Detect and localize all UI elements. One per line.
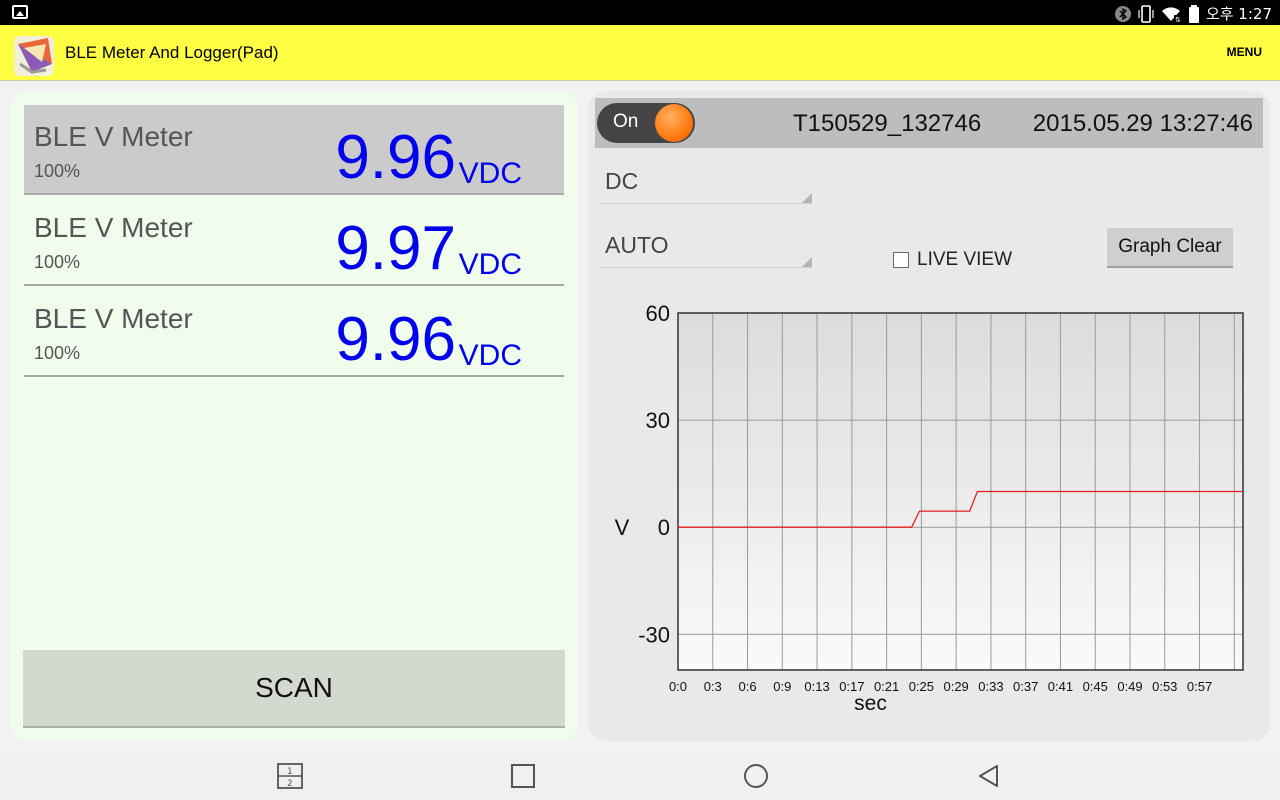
device-item[interactable]: BLE V Meter 100% 9.96 VDC [24, 287, 564, 377]
device-name: BLE V Meter [34, 303, 193, 334]
svg-text:2: 2 [287, 779, 293, 789]
device-name: BLE V Meter [34, 121, 193, 152]
device-battery: 100% [34, 343, 81, 363]
device-unit: VDC [458, 339, 522, 372]
battery-icon [1188, 4, 1199, 23]
app-bar: BLE Meter And Logger(Pad) MENU [0, 25, 1280, 81]
device-unit: VDC [458, 157, 522, 190]
voltage-chart: 60300-300:0 0:3 0:6 0:9 0:13 0:17 0:21 0:25 0:29… [615, 301, 1244, 715]
device-reading: 9.96 [335, 123, 456, 192]
menu-button[interactable]: MENU [1227, 45, 1262, 59]
x-tick-label: 0:57 [1187, 679, 1212, 694]
svg-text:⇅: ⇅ [1175, 16, 1181, 23]
device-battery: 100% [34, 252, 81, 272]
device-battery: 100% [34, 161, 81, 181]
vibrate-icon [1138, 4, 1154, 23]
x-tick-label: 0:0 [669, 679, 687, 694]
device-name: BLE V Meter [34, 212, 193, 243]
home-icon[interactable] [743, 763, 769, 789]
x-tick-label: 0:25 [909, 679, 934, 694]
x-tick-label: 0:33 [978, 679, 1003, 694]
x-tick-label: 0:9 [773, 679, 791, 694]
x-tick-label: 0:3 [704, 679, 722, 694]
app-title: BLE Meter And Logger(Pad) [65, 43, 279, 62]
device-unit: VDC [458, 248, 522, 281]
x-tick-label: 0:29 [943, 679, 968, 694]
device-reading: 9.97 [335, 214, 456, 283]
clock: 오후 1:27 [1205, 5, 1272, 23]
x-tick-label: 0:45 [1083, 679, 1108, 694]
x-tick-label: 0:53 [1152, 679, 1177, 694]
y-tick-label: -30 [638, 622, 670, 647]
x-tick-label: 0:6 [738, 679, 756, 694]
y-tick-label: 60 [646, 301, 670, 326]
bluetooth-icon [1114, 5, 1131, 22]
recents-icon[interactable] [510, 763, 536, 789]
app-logo-icon [14, 36, 54, 76]
svg-text:1: 1 [287, 767, 293, 777]
logger-panel: On T150529_132746 2015.05.29 13:27:46 DC… [588, 91, 1270, 741]
device-item[interactable]: BLE V Meter 100% 9.97 VDC [24, 196, 564, 286]
y-tick-label: 0 [658, 515, 670, 540]
device-list-panel: BLE V Meter 100% 9.96 VDC BLE V Meter 10… [10, 91, 578, 741]
x-tick-label: 0:13 [804, 679, 829, 694]
status-bar: ⇅ 오후 1:27 [0, 0, 1280, 25]
device-reading: 9.96 [335, 305, 456, 374]
wifi-icon: ⇅ [1161, 6, 1182, 23]
scan-button[interactable]: SCAN [23, 650, 565, 728]
gallery-icon [12, 5, 28, 19]
x-tick-label: 0:41 [1048, 679, 1073, 694]
navigation-bar: 1 2 [0, 751, 1280, 800]
back-icon[interactable] [976, 763, 1002, 789]
device-item[interactable]: BLE V Meter 100% 9.96 VDC [24, 105, 564, 195]
y-tick-label: 30 [646, 408, 670, 433]
status-icons: ⇅ 오후 1:27 [1114, 3, 1272, 24]
x-tick-label: 0:49 [1117, 679, 1142, 694]
dual-window-icon[interactable]: 1 2 [277, 763, 303, 789]
x-axis-label: sec [854, 692, 887, 715]
x-tick-label: 0:37 [1013, 679, 1038, 694]
y-axis-label: V [615, 515, 630, 540]
